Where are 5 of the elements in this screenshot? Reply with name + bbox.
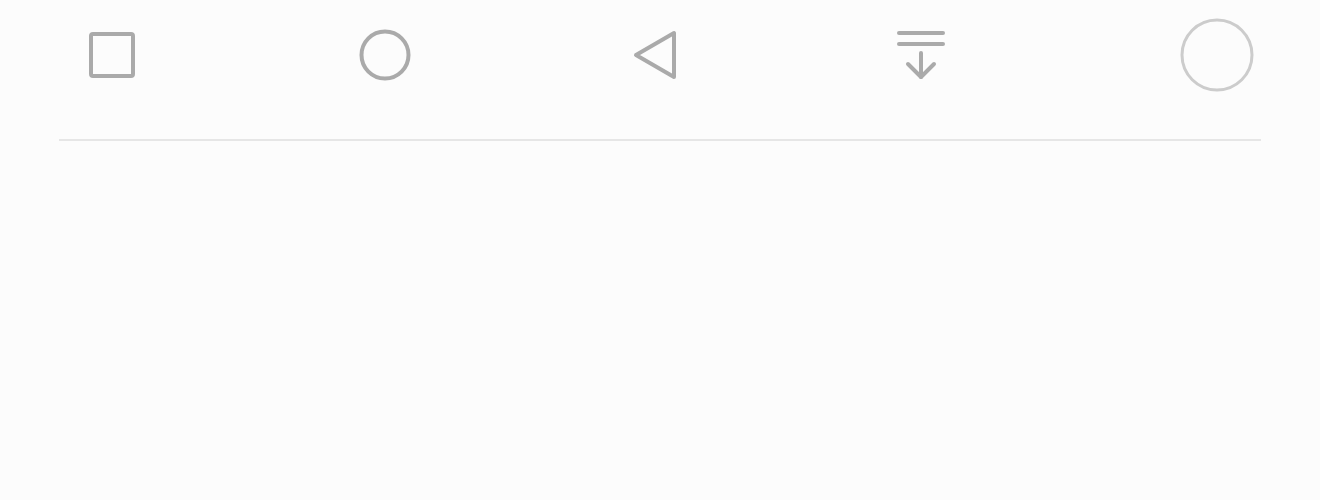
square-icon[interactable] <box>88 31 136 79</box>
triangle-icon[interactable] <box>632 29 678 81</box>
circle-icon[interactable] <box>359 29 411 81</box>
circle-icon[interactable] <box>1180 18 1254 92</box>
download-icon[interactable] <box>897 29 945 81</box>
